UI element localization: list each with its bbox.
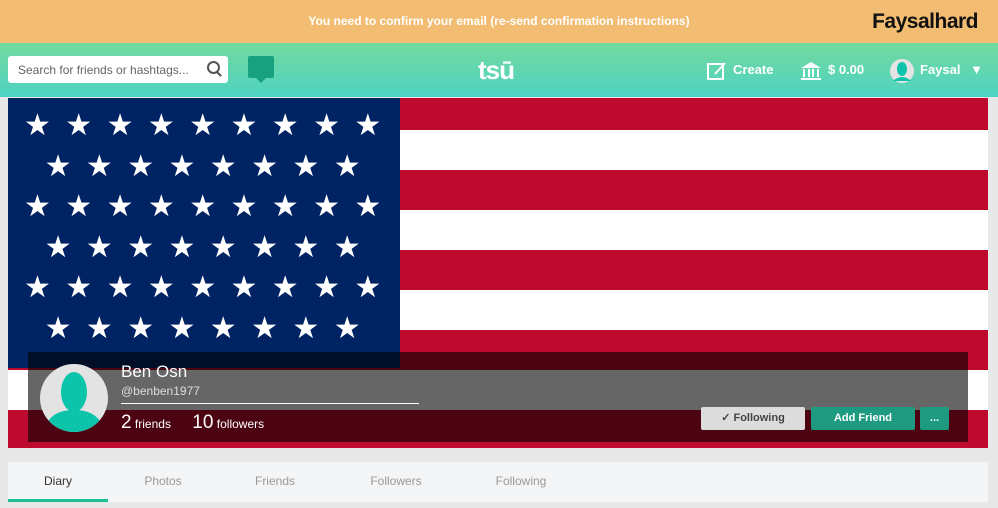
flag-star: ★ [209, 149, 237, 183]
flag-star: ★ [313, 190, 340, 223]
flag-star: ★ [106, 109, 134, 142]
flag-star: ★ [333, 230, 361, 264]
flag-star: ★ [127, 230, 155, 264]
chat-icon[interactable] [248, 56, 274, 83]
add-friend-button[interactable]: Add Friend [811, 407, 915, 430]
flag-star: ★ [354, 109, 382, 142]
flag-star: ★ [230, 271, 258, 304]
flag-star: ★ [354, 190, 382, 223]
balance-button[interactable]: $ 0.00 [800, 43, 864, 97]
flag-star: ★ [271, 190, 299, 223]
followers-count: 10 [192, 412, 214, 433]
friends-count: 2 [121, 412, 132, 433]
flag-star: ★ [354, 271, 382, 304]
flag-star: ★ [127, 311, 155, 345]
watermark-brand: Faysalhard [872, 10, 978, 33]
flag-star: ★ [147, 271, 175, 304]
flag-star: ★ [24, 109, 51, 142]
followers-stat[interactable]: 10 followers [192, 412, 265, 433]
tab-following[interactable]: Following [476, 462, 566, 502]
tab-diary[interactable]: Diary [8, 462, 108, 502]
flag-star: ★ [251, 311, 278, 345]
flag-star: ★ [85, 311, 113, 345]
flag-star: ★ [209, 230, 237, 264]
user-menu[interactable]: Faysal ▼ [890, 43, 983, 97]
flag-star: ★ [85, 230, 113, 264]
flag-star: ★ [44, 149, 72, 183]
flag-star: ★ [271, 109, 299, 142]
logo[interactable]: tsū [478, 55, 515, 86]
flag-star: ★ [230, 190, 258, 223]
chevron-down-icon: ▼ [970, 62, 983, 77]
user-avatar-icon [890, 58, 914, 83]
friends-label: friends [134, 417, 171, 431]
bank-icon [801, 61, 821, 80]
flag-star: ★ [333, 311, 361, 345]
more-button[interactable]: ... [920, 407, 949, 430]
flag-star: ★ [168, 311, 196, 345]
flag-star: ★ [230, 109, 258, 142]
flag-star: ★ [189, 190, 217, 223]
flag-star: ★ [44, 311, 72, 345]
flag-star: ★ [65, 190, 93, 223]
tab-photos[interactable]: Photos [118, 462, 208, 502]
friends-stat[interactable]: 2 friends [121, 412, 171, 433]
profile-name: Ben Osn [121, 362, 188, 381]
flag-star: ★ [251, 230, 278, 264]
flag-star: ★ [292, 230, 320, 264]
followers-label: followers [216, 417, 265, 431]
flag-star: ★ [313, 109, 340, 142]
flag-star: ★ [44, 230, 72, 264]
email-confirmation-banner[interactable]: You need to confirm your email (re-send … [0, 0, 998, 43]
flag-star: ★ [106, 271, 134, 304]
flag-star: ★ [189, 109, 217, 142]
profile-header: Ben Osn @benben1977 2 friends 10 followe… [28, 352, 968, 442]
edit-icon [707, 61, 726, 80]
flag-star: ★ [271, 271, 299, 304]
flag-star: ★ [24, 271, 51, 304]
flag-star: ★ [147, 109, 175, 142]
search-input[interactable] [8, 56, 228, 83]
flag-star: ★ [168, 149, 196, 183]
create-label: Create [733, 62, 774, 77]
flag-star: ★ [147, 190, 175, 223]
balance-label: $ 0.00 [828, 62, 865, 77]
top-nav: tsū Create $ 0.00 Faysal ▼ [0, 43, 998, 97]
flag-star: ★ [189, 271, 217, 304]
user-silhouette-icon [44, 372, 104, 432]
flag-star: ★ [65, 271, 93, 304]
create-button[interactable]: Create [707, 43, 773, 97]
flag-star: ★ [292, 311, 320, 345]
flag-star: ★ [251, 149, 278, 183]
flag-star: ★ [106, 190, 134, 223]
flag-star: ★ [292, 149, 320, 183]
flag-star: ★ [168, 230, 196, 264]
flag-star: ★ [85, 149, 113, 183]
flag-star: ★ [65, 109, 93, 142]
flag-star: ★ [333, 149, 361, 183]
tab-friends[interactable]: Friends [230, 462, 320, 502]
search-icon[interactable] [207, 61, 220, 74]
flag-star: ★ [313, 271, 340, 304]
flag-star: ★ [127, 149, 155, 183]
profile-tabs: Diary Photos Friends Followers Following [8, 462, 988, 502]
flag-canton: ★ ★ ★ ★ ★ ★ ★ ★ ★ ★ ★ ★ ★ ★ ★ ★ ★ ★ ★ ★ ★ ★ ★ ★ ★ ★ ★ ★ ★ ★ ★ ★ ★ ★ ★ ★ ★ ★ ★ ★… [8, 98, 400, 368]
avatar[interactable] [40, 364, 108, 432]
flag-star: ★ [209, 311, 237, 345]
banner-message[interactable]: You need to confirm your email (re-send … [308, 14, 689, 28]
following-button[interactable]: ✓ Following [701, 407, 805, 430]
tab-followers[interactable]: Followers [351, 462, 441, 502]
user-name: Faysal [920, 62, 961, 77]
flag-star: ★ [24, 190, 51, 223]
profile-handle: @benben1977 [121, 384, 419, 404]
